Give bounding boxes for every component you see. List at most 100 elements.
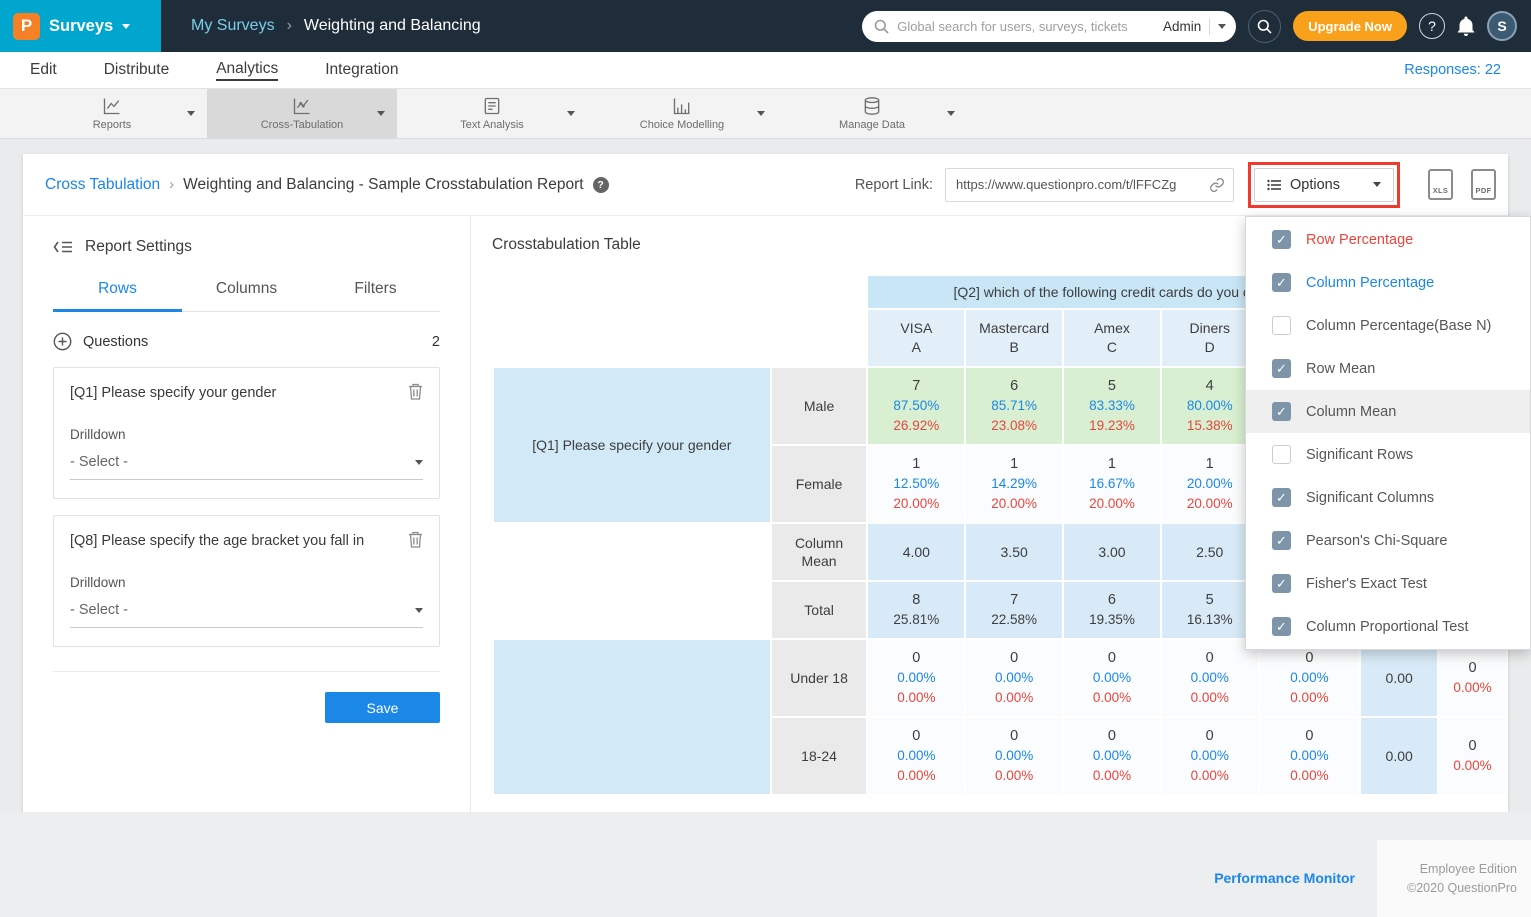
topbar-breadcrumb: My Surveys › Weighting and Balancing [191,17,481,35]
options-menu-item[interactable]: ✓Row Percentage [1246,218,1530,261]
breadcrumb-my-surveys[interactable]: My Surveys [191,17,275,35]
options-menu-item-label: Column Mean [1306,404,1396,420]
search-input[interactable] [897,19,1155,34]
highlight-annotation: Options [1248,162,1400,208]
options-menu-item[interactable]: ✓Pearson's Chi-Square [1246,519,1530,562]
report-link-label: Report Link: [855,177,933,193]
toolbar-item-label: Cross-Tabulation [261,119,344,131]
options-menu-item[interactable]: ✓ Column Mean [1246,390,1530,433]
options-menu-item[interactable]: Significant Rows [1246,433,1530,476]
data-cell: 112.50%20.00% [868,446,964,522]
report-settings-panel: Report Settings Rows Columns Filters Que… [23,216,471,812]
copyright-label: ©2020 QuestionPro [1377,879,1517,898]
toolbar-item-cross-tabulation[interactable]: Cross-Tabulation [207,89,397,138]
performance-monitor-link[interactable]: Performance Monitor [1214,870,1355,886]
toolbar-item-reports[interactable]: Reports [17,89,207,138]
report-settings-title: Report Settings [85,238,192,256]
tab-rows[interactable]: Rows [53,280,182,312]
add-question-icon[interactable] [53,332,72,351]
row-total-cell: 00.00% [1439,640,1506,716]
report-link-field[interactable] [945,168,1234,202]
column-header: MastercardB [966,310,1062,366]
checkbox-checked-icon[interactable]: ✓ [1272,531,1291,550]
chevron-down-icon[interactable] [567,111,575,116]
toolbar-item-choice-modelling[interactable]: Choice Modelling [587,89,777,138]
checkbox-unchecked-icon[interactable] [1272,445,1291,464]
table-spacer [494,276,866,308]
tab-integration[interactable]: Integration [325,61,398,79]
chevron-down-icon[interactable] [757,111,765,116]
total-cell: 619.35% [1064,582,1160,638]
checkbox-unchecked-icon[interactable] [1272,316,1291,335]
notifications-bell-icon[interactable] [1457,16,1475,36]
row-label: Under 18 [772,640,867,716]
data-cell: 787.50%26.92% [868,368,964,444]
save-button[interactable]: Save [325,692,440,723]
chevron-down-icon[interactable] [377,111,385,116]
global-search[interactable]: Admin [862,11,1236,42]
collapse-panel-icon[interactable] [53,240,73,254]
tab-columns[interactable]: Columns [182,280,311,311]
product-switcher[interactable]: P Surveys [0,0,161,52]
options-menu-item[interactable]: ✓Column Proportional Test [1246,605,1530,648]
checkbox-checked-icon[interactable]: ✓ [1272,488,1291,507]
search-scope-dropdown[interactable]: Admin [1163,19,1201,34]
user-avatar[interactable]: S [1487,11,1517,41]
chevron-down-icon[interactable] [1218,24,1226,29]
tab-edit[interactable]: Edit [30,61,57,79]
total-cell: 516.13% [1162,582,1258,638]
table-spacer [494,524,770,580]
trash-icon[interactable] [408,383,423,400]
checkbox-checked-icon[interactable]: ✓ [1272,574,1291,593]
chevron-down-icon[interactable] [187,111,195,116]
questions-label: Questions [83,334,148,350]
help-icon[interactable]: ? [1419,13,1445,39]
upgrade-button[interactable]: Upgrade Now [1293,11,1407,41]
data-cell: 480.00%15.38% [1162,368,1258,444]
options-menu-item[interactable]: ✓Fisher's Exact Test [1246,562,1530,605]
tab-distribute[interactable]: Distribute [104,61,169,79]
toolbar-item-text-analysis[interactable]: Text Analysis [397,89,587,138]
chevron-down-icon [415,460,423,465]
topbar-actions: Admin Upgrade Now ? S [862,10,1531,43]
checkbox-checked-icon[interactable]: ✓ [1272,359,1291,378]
options-menu-item[interactable]: ✓Significant Columns [1246,476,1530,519]
select-value: - Select - [70,602,128,618]
toolbar-item-manage-data[interactable]: Manage Data [777,89,967,138]
report-link-url[interactable] [956,177,1209,192]
link-icon[interactable] [1209,177,1225,193]
table-spacer [494,582,770,638]
data-cell: 00.00%0.00% [1064,640,1160,716]
options-menu-item-label: Significant Rows [1306,447,1413,463]
topbar: P Surveys My Surveys › Weighting and Bal… [0,0,1531,52]
options-menu-item[interactable]: Column Percentage(Base N) [1246,304,1530,347]
table-spacer [494,310,866,366]
search-button[interactable] [1248,10,1281,43]
cross-tab-icon [292,96,312,116]
checkbox-checked-icon[interactable]: ✓ [1272,617,1291,636]
options-button[interactable]: Options [1254,168,1394,202]
checkbox-checked-icon[interactable]: ✓ [1272,273,1291,292]
row-total-cell: 00.00% [1439,718,1506,794]
responses-count[interactable]: Responses: 22 [1404,62,1501,78]
options-menu-item[interactable]: ✓Row Mean [1246,347,1530,390]
checkbox-checked-icon[interactable]: ✓ [1272,230,1291,249]
choice-modelling-icon [672,96,692,116]
breadcrumb-cross-tabulation-link[interactable]: Cross Tabulation [45,176,160,194]
drilldown-select[interactable]: - Select - [70,602,423,628]
drilldown-select[interactable]: - Select - [70,454,423,480]
checkbox-checked-icon[interactable]: ✓ [1272,402,1291,421]
tab-filters[interactable]: Filters [311,280,440,311]
options-menu-item[interactable]: ✓Column Percentage [1246,261,1530,304]
chevron-down-icon [1373,182,1381,187]
row-label: 18-24 [772,718,867,794]
text-analysis-icon [482,96,502,116]
export-pdf-button[interactable]: PDF [1471,169,1496,200]
trash-icon[interactable] [408,531,423,548]
search-icon [1257,19,1272,34]
chevron-down-icon[interactable] [947,111,955,116]
breadcrumb-current: Weighting and Balancing [304,17,481,35]
export-xls-button[interactable]: XLS [1428,169,1453,200]
tab-analytics[interactable]: Analytics [216,60,278,81]
help-icon[interactable]: ? [593,177,609,193]
